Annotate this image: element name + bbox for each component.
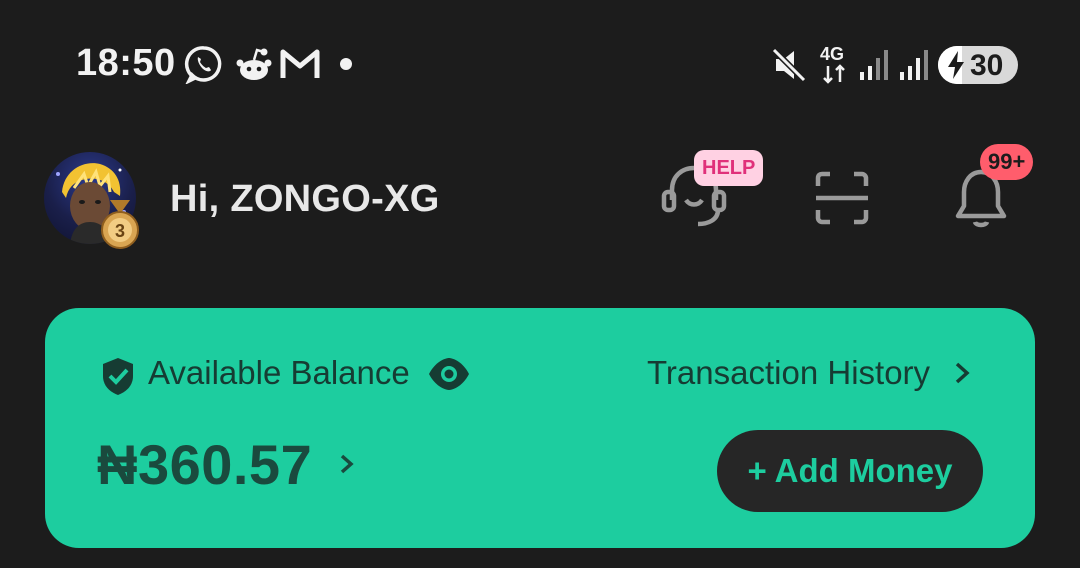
4g-icon: 4G — [820, 44, 845, 84]
eye-icon[interactable] — [427, 356, 471, 392]
help-badge[interactable]: HELP — [694, 150, 764, 186]
add-money-button[interactable]: + Add Money — [717, 430, 983, 512]
signal-icon — [900, 50, 928, 80]
notification-count-badge: 99+ — [980, 144, 1034, 180]
chevron-right-icon[interactable] — [337, 450, 357, 478]
scan-icon[interactable] — [814, 170, 870, 226]
whatsapp-icon — [184, 46, 222, 84]
gmail-icon — [280, 49, 320, 78]
balance-card: Available Balance Transaction History ₦3… — [45, 308, 1035, 548]
notification-dot — [340, 58, 352, 70]
status-bar: 18:50 4G 30 — [0, 0, 1080, 130]
battery-indicator: 30 — [938, 46, 1018, 84]
available-balance-label: Available Balance — [148, 354, 410, 391]
medal-level: 3 — [115, 221, 125, 241]
greeting: Hi, ZONGO-XG — [170, 178, 440, 220]
reddit-icon — [236, 48, 272, 80]
signal-icon — [860, 50, 888, 80]
chevron-right-icon[interactable] — [951, 358, 973, 388]
medal-icon: 3 — [101, 200, 139, 249]
transaction-history-link[interactable]: Transaction History — [647, 354, 930, 392]
mute-icon — [771, 47, 807, 83]
battery-level: 30 — [970, 49, 1004, 82]
shield-check-icon — [103, 358, 133, 395]
network-type: 4G — [820, 44, 844, 64]
status-time: 18:50 — [76, 42, 176, 84]
battery-charging-icon — [948, 51, 964, 79]
balance-amount[interactable]: ₦360.57 — [97, 432, 312, 497]
